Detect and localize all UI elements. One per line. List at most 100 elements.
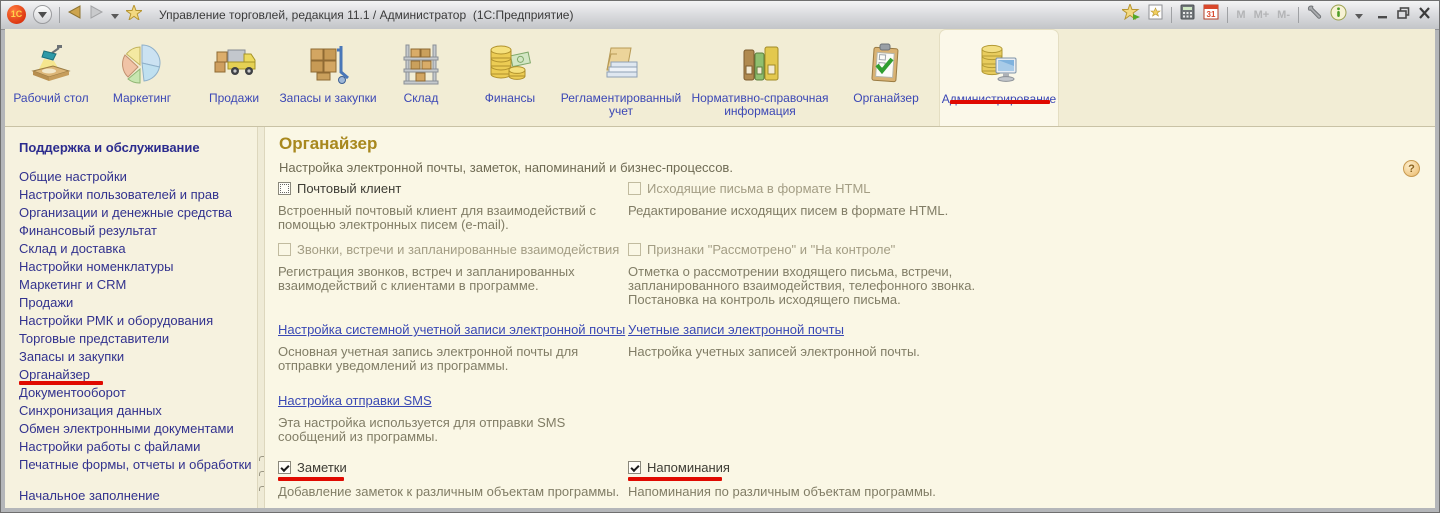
- tab-administration[interactable]: Администрирование: [939, 29, 1059, 126]
- back-button[interactable]: [67, 5, 82, 24]
- tab-inventory-purchasing[interactable]: Запасы и закупки: [279, 29, 377, 126]
- sidebar-item-warehouse-delivery[interactable]: Склад и доставка: [19, 240, 126, 258]
- sidebar-item-edi[interactable]: Обмен электронными документами: [19, 420, 234, 438]
- favorites-star-icon[interactable]: [124, 3, 144, 25]
- 1c-logo-icon: 1С: [7, 5, 26, 24]
- mail-accounts-description: Настройка учетных записей электронной по…: [628, 344, 920, 359]
- sidebar-item-print-forms[interactable]: Печатные формы, отчеты и обработки: [19, 456, 252, 474]
- splitter-grip: [259, 456, 264, 461]
- sidebar-item-inventory[interactable]: Запасы и закупки: [19, 348, 124, 366]
- tab-label: Запасы и закупки: [279, 91, 377, 105]
- help-button[interactable]: ?: [1403, 160, 1420, 177]
- system-mail-account-link[interactable]: Настройка системной учетной записи элект…: [278, 322, 625, 337]
- restore-button[interactable]: [1397, 6, 1410, 24]
- memory-m-plus-button[interactable]: M+: [1254, 9, 1270, 21]
- tab-organizer[interactable]: Органайзер: [833, 29, 939, 126]
- sidebar-item-data-sync[interactable]: Синхронизация данных: [19, 402, 162, 420]
- checkbox-label: Заметки: [297, 460, 347, 475]
- sidebar-item-financial-result[interactable]: Финансовый результат: [19, 222, 157, 240]
- service-wrench-icon[interactable]: [1307, 4, 1322, 25]
- checkbox-label: Напоминания: [647, 460, 730, 475]
- sidebar-item-nomenclature[interactable]: Настройки номенклатуры: [19, 258, 174, 276]
- info-dropdown-icon[interactable]: [1355, 6, 1363, 24]
- tab-label: Нормативно-справочная информация: [691, 91, 829, 118]
- tab-warehouse[interactable]: Склад: [377, 29, 465, 126]
- notes-checkbox[interactable]: Заметки: [278, 460, 347, 481]
- divider: [59, 6, 60, 23]
- section-tabs: Рабочий стол Маркетинг Продажи Запасы и …: [5, 29, 1435, 126]
- sidebar-item-label: Органайзер: [19, 367, 90, 382]
- coins-icon: [486, 40, 534, 88]
- sidebar-item-marketing-crm[interactable]: Маркетинг и CRM: [19, 276, 126, 294]
- minimize-button[interactable]: [1377, 6, 1389, 24]
- main-menu-button[interactable]: [33, 5, 52, 24]
- sidebar-splitter[interactable]: [257, 127, 265, 508]
- reviewed-flags-description: Отметка о рассмотрении входящего письма,…: [628, 264, 976, 307]
- red-underline-annotation: [278, 477, 344, 481]
- reviewed-flags-checkbox[interactable]: Признаки "Рассмотрено" и "На контроле": [628, 242, 895, 257]
- checkbox-icon: [628, 182, 641, 195]
- tab-label: Маркетинг: [112, 91, 172, 105]
- memory-m-minus-button[interactable]: M-: [1277, 9, 1290, 21]
- info-button[interactable]: [1330, 4, 1347, 26]
- red-underline-annotation: [628, 477, 722, 481]
- calls-meetings-checkbox[interactable]: Звонки, встречи и запланированные взаимо…: [278, 242, 619, 257]
- tab-label: Продажи: [208, 91, 260, 105]
- page-title: Органайзер: [279, 134, 378, 153]
- notes-description: Добавление заметок к различным объектам …: [278, 484, 620, 499]
- tab-regulated-accounting[interactable]: Регламентированный учет: [555, 29, 687, 126]
- mail-accounts-link[interactable]: Учетные записи электронной почты: [628, 322, 844, 337]
- checkbox-icon: [628, 243, 641, 256]
- tab-sales[interactable]: Продажи: [189, 29, 279, 126]
- sidebar-item-file-settings[interactable]: Настройки работы с файлами: [19, 438, 200, 456]
- sidebar-item-document-flow[interactable]: Документооборот: [19, 384, 126, 402]
- reminders-checkbox[interactable]: Напоминания: [628, 460, 730, 481]
- system-mail-account-description: Основная учетная запись электронной почт…: [278, 344, 579, 373]
- tab-desktop[interactable]: Рабочий стол: [7, 29, 95, 126]
- forward-button[interactable]: [89, 5, 104, 24]
- sidebar-item-rmk-equipment[interactable]: Настройки РМК и оборудования: [19, 312, 213, 330]
- desktop-icon: [27, 40, 75, 88]
- boxes-handtruck-icon: [304, 40, 352, 88]
- sms-settings-link[interactable]: Настройка отправки SMS: [278, 393, 432, 408]
- sms-settings-description: Эта настройка используется для отправки …: [278, 415, 566, 444]
- window-title: Управление торговлей, редакция 11.1 / Ад…: [159, 7, 574, 22]
- checkbox-label: Звонки, встречи и запланированные взаимо…: [297, 242, 620, 257]
- checkbox-icon: [278, 461, 291, 474]
- sidebar-item-general-settings[interactable]: Общие настройки: [19, 168, 127, 186]
- tab-label: Рабочий стол: [13, 91, 89, 105]
- memory-m-button[interactable]: M: [1236, 9, 1245, 21]
- tab-marketing[interactable]: Маркетинг: [95, 29, 189, 126]
- add-favorite-icon[interactable]: [1120, 2, 1141, 25]
- html-mail-checkbox[interactable]: Исходящие письма в формате HTML: [628, 181, 871, 196]
- reminders-description: Напоминания по различным объектам програ…: [628, 484, 936, 499]
- folder-documents-icon: [597, 40, 645, 88]
- calculator-icon[interactable]: [1180, 4, 1195, 25]
- history-dropdown-icon[interactable]: [111, 6, 119, 24]
- title-bar: 1С Управление торговлей, редакция 11.1 /…: [1, 1, 1439, 30]
- sidebar-item-initial-filling[interactable]: Начальное заполнение: [19, 488, 160, 503]
- sidebar-item-sales[interactable]: Продажи: [19, 294, 73, 312]
- tab-master-data[interactable]: Нормативно-справочная информация: [687, 29, 833, 126]
- mail-client-checkbox[interactable]: Почтовый клиент: [278, 181, 401, 196]
- divider: [1227, 6, 1229, 23]
- red-underline-annotation: [950, 100, 1050, 104]
- sidebar-item-trade-reps[interactable]: Торговые представители: [19, 330, 169, 348]
- checkbox-label: Исходящие письма в формате HTML: [647, 181, 871, 196]
- shelf-rack-icon: [397, 40, 445, 88]
- sidebar-item-organizer[interactable]: Органайзер: [19, 366, 103, 385]
- database-monitor-icon: [975, 41, 1023, 89]
- splitter-grip: [259, 486, 264, 491]
- settings-sidebar: Поддержка и обслуживание Общие настройки…: [5, 127, 257, 508]
- checkbox-icon: [278, 243, 291, 256]
- show-favorites-icon[interactable]: [1148, 4, 1163, 25]
- tab-label: Финансы: [484, 91, 536, 105]
- close-button[interactable]: [1418, 6, 1431, 24]
- calendar-icon[interactable]: 31: [1203, 4, 1219, 25]
- tab-finance[interactable]: Финансы: [465, 29, 555, 126]
- checkbox-label: Почтовый клиент: [297, 181, 402, 196]
- mail-client-description: Встроенный почтовый клиент для взаимодей…: [278, 203, 596, 232]
- sidebar-item-user-settings[interactable]: Настройки пользователей и прав: [19, 186, 219, 204]
- checkbox-icon: [278, 182, 291, 195]
- sidebar-item-organizations[interactable]: Организации и денежные средства: [19, 204, 232, 222]
